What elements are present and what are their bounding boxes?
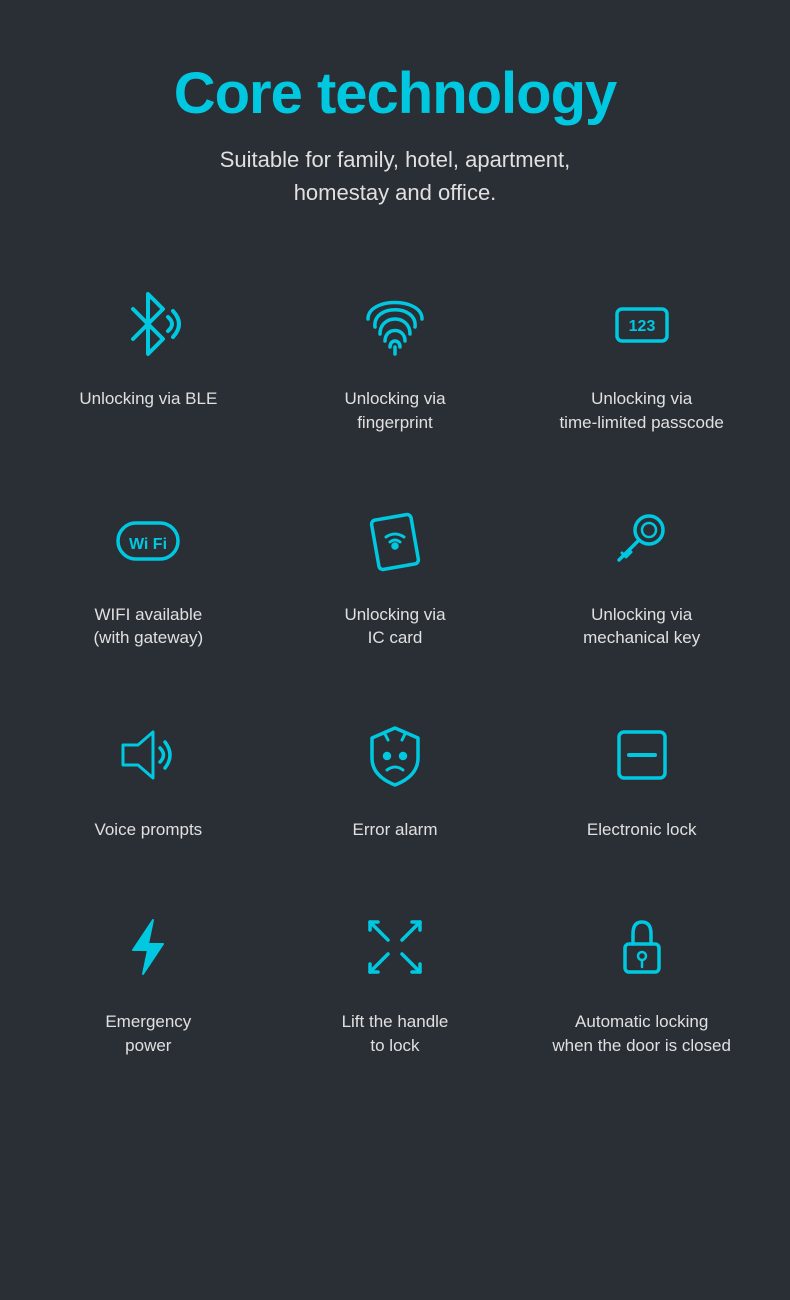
alarm-label: Error alarm bbox=[352, 818, 437, 842]
ic-card-icon bbox=[350, 495, 440, 585]
voice-label: Voice prompts bbox=[94, 818, 202, 842]
electronic-label: Electronic lock bbox=[587, 818, 697, 842]
feature-emergency: Emergencypower bbox=[25, 882, 272, 1068]
key-icon bbox=[597, 495, 687, 585]
feature-key: Unlocking viamechanical key bbox=[518, 475, 765, 661]
features-grid: Unlocking via BLE Unlocking viafingerpri… bbox=[25, 259, 765, 1068]
key-label: Unlocking viamechanical key bbox=[583, 603, 700, 651]
ic-card-label: Unlocking viaIC card bbox=[344, 603, 445, 651]
alarm-icon bbox=[350, 710, 440, 800]
fingerprint-icon bbox=[350, 279, 440, 369]
feature-auto-lock: Automatic lockingwhen the door is closed bbox=[518, 882, 765, 1068]
feature-wifi: Wi Fi WIFI available(with gateway) bbox=[25, 475, 272, 661]
handle-icon bbox=[350, 902, 440, 992]
emergency-icon bbox=[103, 902, 193, 992]
feature-alarm: Error alarm bbox=[272, 690, 519, 852]
page-subtitle: Suitable for family, hotel, apartment,ho… bbox=[174, 143, 617, 209]
page-title: Core technology bbox=[174, 60, 617, 127]
emergency-label: Emergencypower bbox=[105, 1010, 191, 1058]
feature-ic-card: Unlocking viaIC card bbox=[272, 475, 519, 661]
wifi-label: WIFI available(with gateway) bbox=[94, 603, 204, 651]
passcode-label: Unlocking viatime-limited passcode bbox=[559, 387, 723, 435]
svg-text:123: 123 bbox=[628, 318, 655, 335]
feature-fingerprint: Unlocking viafingerprint bbox=[272, 259, 519, 445]
passcode-icon: 123 bbox=[597, 279, 687, 369]
electronic-icon bbox=[597, 710, 687, 800]
fingerprint-label: Unlocking viafingerprint bbox=[344, 387, 445, 435]
svg-text:Wi Fi: Wi Fi bbox=[129, 536, 167, 553]
page-header: Core technology Suitable for family, hot… bbox=[174, 60, 617, 209]
feature-voice: Voice prompts bbox=[25, 690, 272, 852]
feature-ble: Unlocking via BLE bbox=[25, 259, 272, 445]
ble-icon bbox=[103, 279, 193, 369]
auto-lock-label: Automatic lockingwhen the door is closed bbox=[552, 1010, 731, 1058]
handle-label: Lift the handleto lock bbox=[342, 1010, 449, 1058]
wifi-icon: Wi Fi bbox=[103, 495, 193, 585]
auto-lock-icon bbox=[597, 902, 687, 992]
feature-handle: Lift the handleto lock bbox=[272, 882, 519, 1068]
feature-electronic: Electronic lock bbox=[518, 690, 765, 852]
feature-passcode: 123 Unlocking viatime-limited passcode bbox=[518, 259, 765, 445]
ble-label: Unlocking via BLE bbox=[79, 387, 217, 411]
voice-icon bbox=[103, 710, 193, 800]
